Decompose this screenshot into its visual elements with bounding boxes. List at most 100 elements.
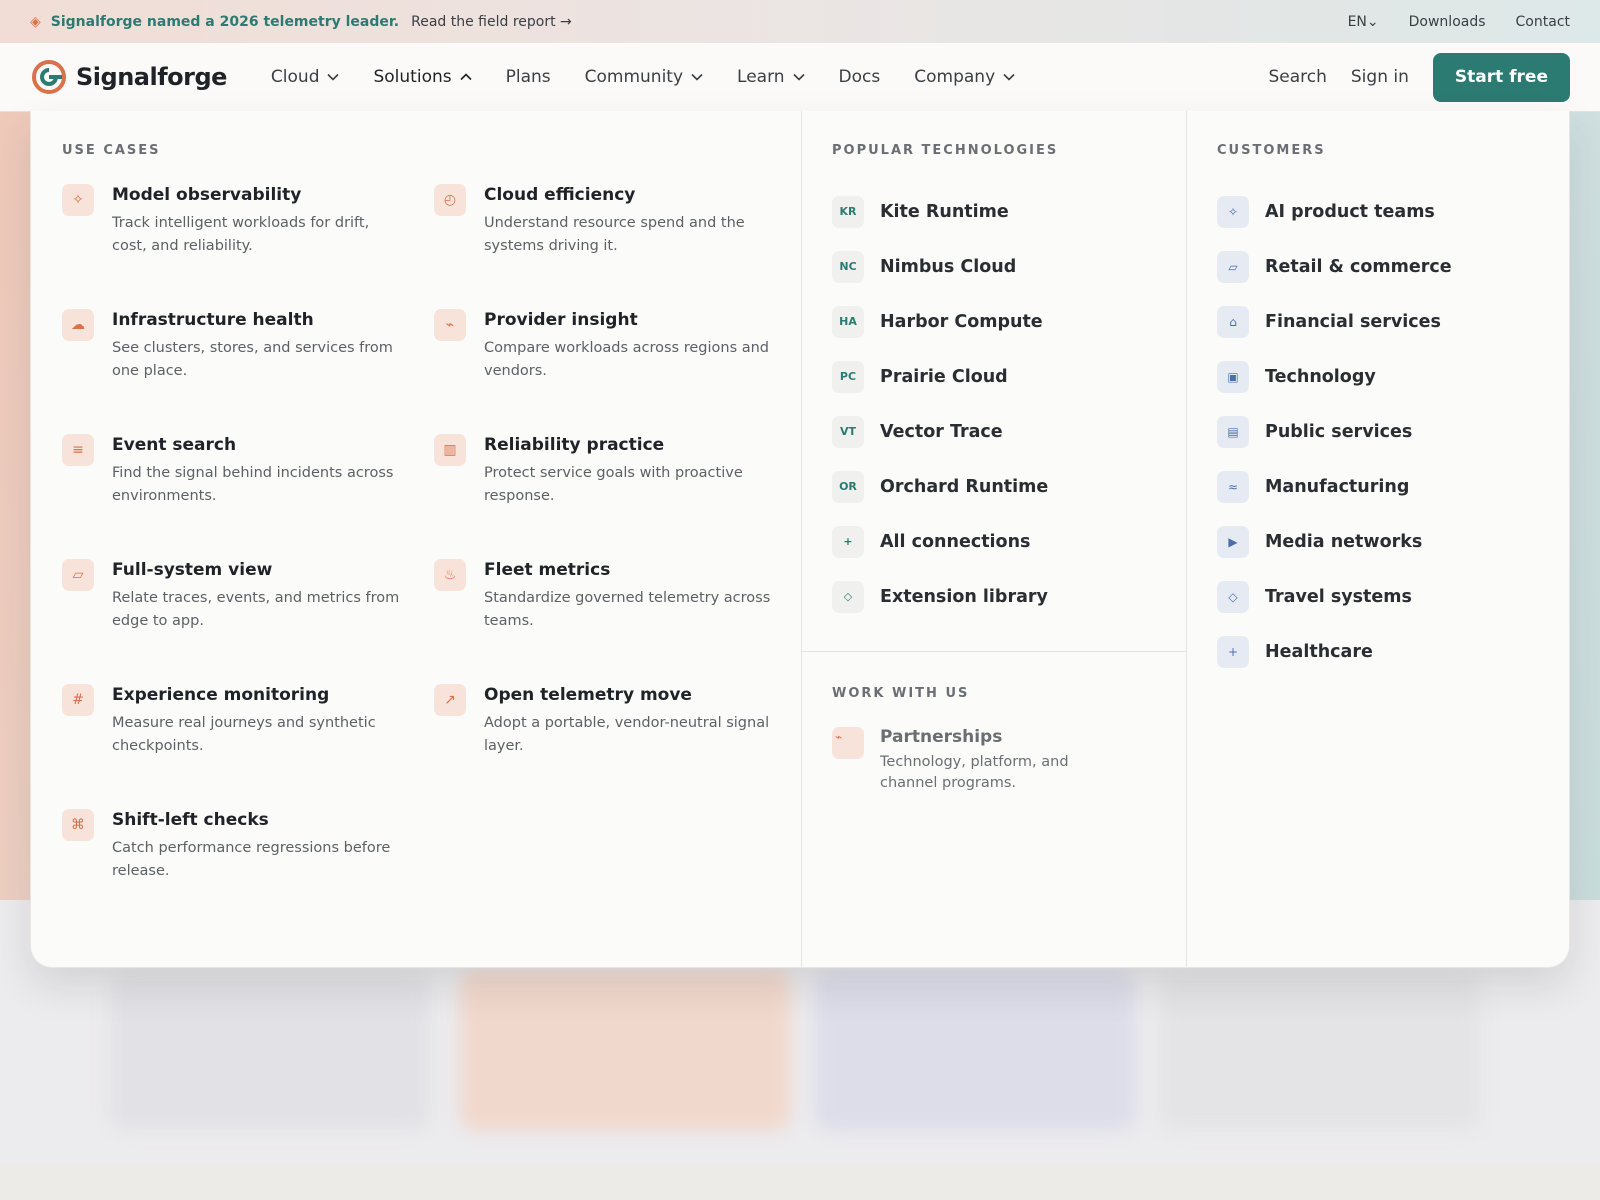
downloads-link[interactable]: Downloads — [1409, 14, 1486, 30]
technology-item[interactable]: HA Harbor Compute — [832, 294, 1156, 349]
use-case-item[interactable]: # Experience monitoring Measure real journ… — [62, 684, 434, 809]
customer-item[interactable]: + Healthcare — [1217, 624, 1539, 679]
solutions-dropdown: USE CASES ✧ Model observability Track inte… — [30, 111, 1570, 968]
customer-item[interactable]: ≈ Manufacturing — [1217, 459, 1539, 514]
cloud-icon: ☁ — [62, 309, 94, 341]
technology-name: Prairie Cloud — [880, 366, 1008, 387]
nav-item-learn[interactable]: Learn — [737, 67, 805, 87]
nav-item-community[interactable]: Community — [585, 67, 703, 87]
customer-item[interactable]: ▣ Technology — [1217, 349, 1539, 404]
nav-item-label: Company — [914, 67, 996, 87]
partnerships-item[interactable]: ⌁ Partnerships Technology, platform, and… — [832, 727, 1156, 794]
customer-item[interactable]: ⌂ Financial services — [1217, 294, 1539, 349]
technology-item[interactable]: + All connections — [832, 514, 1156, 569]
technology-item[interactable]: NC Nimbus Cloud — [832, 239, 1156, 294]
technology-badge-icon: PC — [832, 360, 864, 393]
contact-link[interactable]: Contact — [1516, 14, 1570, 30]
technology-item[interactable]: OR Orchard Runtime — [832, 459, 1156, 514]
use-case-item[interactable]: ☁ Infrastructure health See clusters, stor… — [62, 309, 434, 434]
customer-name: Financial services — [1265, 311, 1441, 332]
use-case-desc: Find the signal behind incidents across … — [112, 465, 394, 504]
use-cases-column: USE CASES ✧ Model observability Track inte… — [31, 111, 802, 967]
work-with-us-section: WORK WITH US ⌁ Partnerships Technology, … — [802, 652, 1186, 828]
use-case-title: Reliability practice — [484, 435, 665, 455]
nav-item-solutions[interactable]: Solutions — [373, 67, 472, 87]
customer-item[interactable]: ▤ Public services — [1217, 404, 1539, 459]
technology-badge-icon: KR — [832, 195, 864, 228]
customer-name: Healthcare — [1265, 641, 1373, 662]
chip-icon: ▣ — [1217, 360, 1249, 393]
nav-item-company[interactable]: Company — [914, 67, 1015, 87]
use-case-item[interactable]: ◴ Cloud efficiency Understand resource spe… — [434, 184, 774, 309]
nav-item-cloud[interactable]: Cloud — [271, 67, 340, 87]
customer-item[interactable]: ◇ Travel systems — [1217, 569, 1539, 624]
customer-name: Public services — [1265, 421, 1413, 442]
use-case-title: Shift-left checks — [112, 810, 269, 830]
technology-name: All connections — [880, 531, 1031, 552]
handshake-icon: ⌁ — [832, 727, 864, 759]
wave-icon: ≈ — [1217, 470, 1249, 503]
nav-item-label: Solutions — [373, 67, 452, 87]
use-case-item[interactable]: ⌁ Provider insight Compare workloads acros… — [434, 309, 774, 434]
brand-name: Signalforge — [76, 63, 227, 91]
sign-in-link[interactable]: Sign in — [1351, 67, 1409, 87]
use-case-title: Infrastructure health — [112, 310, 314, 330]
technology-item[interactable]: KR Kite Runtime — [832, 184, 1156, 239]
nav-item-plans[interactable]: Plans — [506, 67, 551, 87]
start-free-button[interactable]: Start free — [1432, 52, 1570, 102]
bank-icon: ⌂ — [1217, 305, 1249, 338]
search-link[interactable]: Search — [1268, 67, 1326, 87]
technology-badge-icon: VT — [832, 415, 864, 448]
use-case-title: Cloud efficiency — [484, 185, 636, 205]
technology-item[interactable]: PC Prairie Cloud — [832, 349, 1156, 404]
heat-icon: ♨ — [434, 559, 466, 591]
brand-logo[interactable]: Signalforge — [30, 58, 227, 96]
use-case-item[interactable]: ▥ Reliability practice Protect service goa… — [434, 434, 774, 559]
technology-badge-icon: NC — [832, 250, 864, 283]
tag-icon: ▱ — [1217, 250, 1249, 283]
gauge-icon: ◴ — [434, 184, 466, 216]
customer-name: Technology — [1265, 366, 1376, 387]
technology-badge-icon: ◇ — [832, 580, 864, 613]
chevron-down-icon — [691, 73, 703, 81]
customer-name: Retail & commerce — [1265, 256, 1452, 277]
technology-item[interactable]: VT Vector Trace — [832, 404, 1156, 459]
use-case-item[interactable]: ↗ Open telemetry move Adopt a portable, ve… — [434, 684, 774, 809]
building-icon: ▤ — [1217, 415, 1249, 448]
technologies-list: KR Kite Runtime NC Nimbus Cloud HA Harbor Com… — [832, 184, 1156, 624]
nav-item-label: Plans — [505, 67, 551, 87]
technology-name: Nimbus Cloud — [880, 256, 1017, 277]
chevron-down-icon — [327, 73, 340, 81]
announcement-headline: Signalforge named a 2026 telemetry leade… — [50, 13, 400, 30]
chevron-down-icon — [792, 73, 805, 81]
use-case-item[interactable]: ⌘ Shift-left checks Catch performance regr… — [62, 809, 434, 934]
technology-badge-icon: OR — [832, 470, 864, 503]
use-case-desc: Relate traces, events, and metrics from … — [112, 590, 400, 629]
customer-item[interactable]: ▱ Retail & commerce — [1217, 239, 1539, 294]
field-report-link[interactable]: Read the field report → — [411, 14, 572, 30]
sparkle-icon: ✧ — [1217, 195, 1249, 228]
nav-actions: Search Sign in Start free — [1268, 52, 1570, 102]
use-case-item[interactable]: ✧ Model observability Track intelligent wo… — [62, 184, 434, 309]
hash-icon: # — [62, 684, 94, 716]
use-case-item[interactable]: ▱ Full-system view Relate traces, events, … — [62, 559, 434, 684]
language-selector[interactable]: EN⌄ — [1348, 14, 1379, 30]
technology-name: Vector Trace — [880, 421, 1003, 442]
use-case-desc: Measure real journeys and synthetic chec… — [112, 715, 376, 754]
technology-name: Harbor Compute — [880, 311, 1043, 332]
technology-name: Extension library — [880, 586, 1048, 607]
customer-item[interactable]: ✧ AI product teams — [1217, 184, 1539, 239]
use-case-desc: Compare workloads across regions and ven… — [484, 340, 770, 379]
nav-item-docs[interactable]: Docs — [839, 67, 881, 87]
list-icon: ≡ — [62, 434, 94, 466]
technology-item[interactable]: ◇ Extension library — [832, 569, 1156, 624]
technology-badge-icon: + — [832, 525, 864, 558]
nav-item-label: Learn — [737, 67, 785, 87]
background-card — [815, 970, 1135, 1130]
use-case-item[interactable]: ♨ Fleet metrics Standardize governed telem… — [434, 559, 774, 684]
page-footer-strip — [0, 1165, 1600, 1200]
use-case-item[interactable]: ≡ Event search Find the signal behind inci… — [62, 434, 434, 559]
arrow-up-right-icon: ↗ — [434, 684, 466, 716]
nav-item-label: Docs — [838, 67, 881, 87]
customer-item[interactable]: ▶ Media networks — [1217, 514, 1539, 569]
